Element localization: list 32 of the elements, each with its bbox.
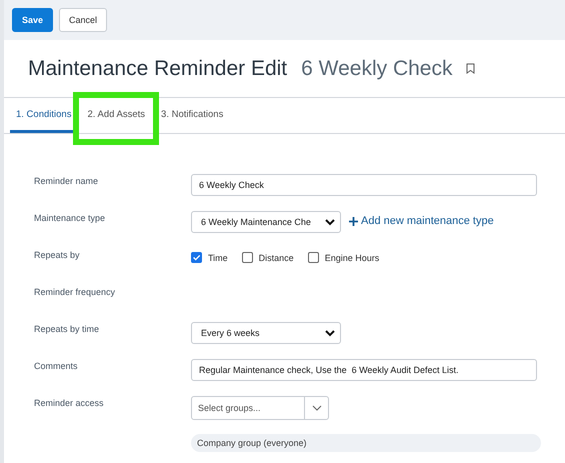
groups-select[interactable]: Select groups... [191, 396, 329, 420]
chevron-icon [325, 218, 335, 226]
field-label: Repeats by time [34, 323, 100, 336]
page-title: Maintenance Reminder Edit [28, 56, 288, 80]
add-type-link[interactable]: Add new maintenance type [361, 215, 494, 227]
field-label: Reminder access [34, 397, 105, 410]
checkbox-label: Time [208, 252, 228, 262]
group-chip: Company group (everyone) [191, 434, 541, 452]
field-label: Reminder name [34, 175, 100, 188]
chevron-icon [312, 404, 322, 412]
tab[interactable]: 2. Add Assets [81, 98, 152, 133]
checkbox[interactable] [242, 252, 253, 263]
checkbox[interactable] [308, 252, 319, 263]
page-subtitle: 6 Weekly Check [301, 56, 452, 80]
dropdown[interactable]: 6 Weekly Maintenance Che [191, 211, 341, 233]
dropdown[interactable]: Every 6 weeks [191, 322, 341, 344]
tab[interactable]: 3. Notifications [155, 98, 230, 133]
tab[interactable]: 1. Conditions [10, 98, 78, 133]
field-label: Comments [34, 360, 79, 373]
field-label: Maintenance type [34, 212, 106, 225]
text-field[interactable]: 6 Weekly Check [191, 174, 537, 196]
save-button[interactable]: Save [12, 8, 54, 32]
checkbox-label: Engine Hours [324, 252, 380, 262]
field-label: Reminder frequency [34, 286, 116, 299]
text-field[interactable]: Regular Maintenance check, Use the 6 Weekly Audit Defect List. [191, 359, 537, 381]
checkbox-label: Distance [258, 252, 294, 262]
field-label: Repeats by [34, 249, 81, 262]
plus-icon [349, 216, 358, 226]
cancel-button[interactable]: Cancel [59, 8, 108, 32]
bookmark-icon[interactable] [466, 63, 476, 74]
checkbox[interactable] [191, 252, 202, 263]
chevron-icon [325, 330, 335, 336]
